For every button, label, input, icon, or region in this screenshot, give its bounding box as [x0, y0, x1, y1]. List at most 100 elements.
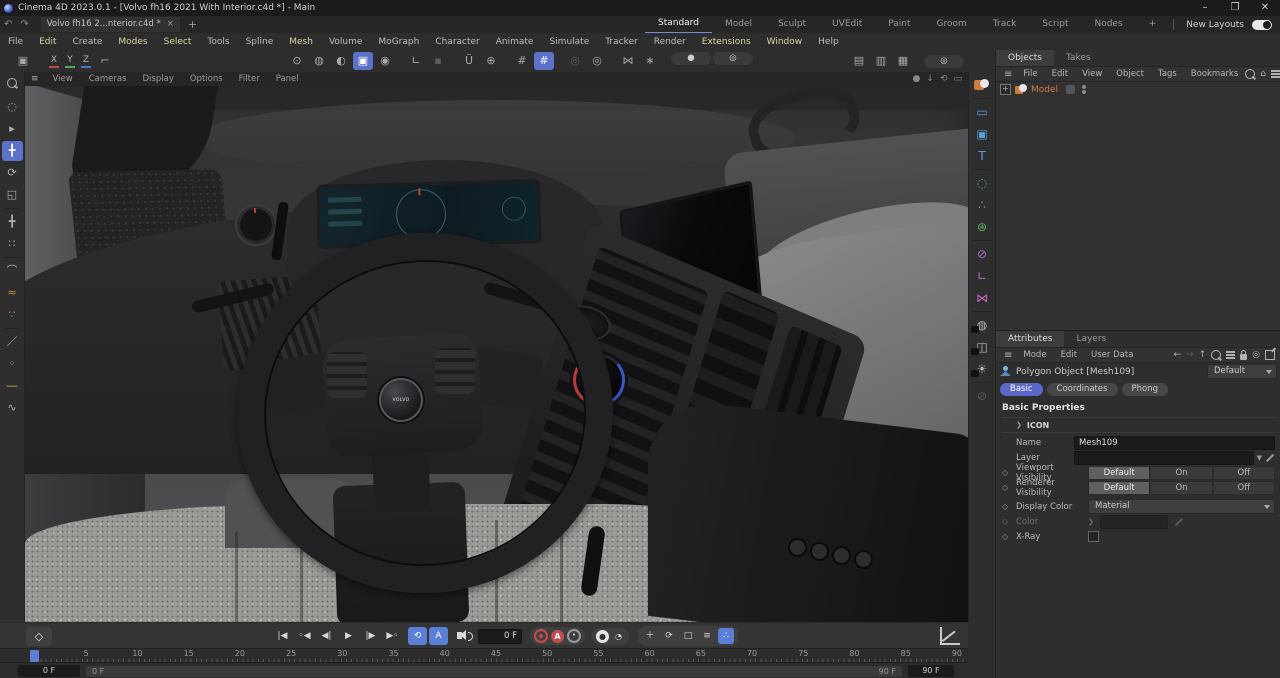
- close-document-icon[interactable]: ×: [167, 17, 174, 32]
- guide-icon[interactable]: ∟: [971, 266, 993, 286]
- transfer-tool-icon[interactable]: ╋: [2, 212, 23, 232]
- solo-off-icon[interactable]: ●: [671, 52, 711, 65]
- +[interactable]: +: [1136, 17, 1170, 33]
- move-tool-icon[interactable]: ╋: [2, 141, 23, 161]
- record-rotation-toggle[interactable]: ⟳: [661, 628, 677, 644]
- axis-modification-icon[interactable]: ∟: [406, 52, 426, 70]
- Phong[interactable]: Phong: [1122, 383, 1169, 396]
- UVEdit[interactable]: UVEdit: [819, 17, 875, 33]
- Basic[interactable]: Basic: [1000, 383, 1043, 396]
- Objects[interactable]: Objects: [996, 50, 1054, 66]
- home-icon[interactable]: ⌂: [1260, 69, 1266, 79]
- Default[interactable]: Default: [1088, 466, 1150, 480]
- undo-icon[interactable]: ↶: [0, 19, 16, 30]
- Mode[interactable]: Mode: [1016, 350, 1053, 360]
- keyframe-selection-button[interactable]: •: [567, 629, 581, 643]
- fcurve-editor-icon[interactable]: [940, 627, 960, 645]
- object-mode-icon[interactable]: ▣: [353, 52, 373, 70]
- View[interactable]: View: [1075, 69, 1109, 79]
- render-settings-icon[interactable]: ▦: [893, 52, 913, 70]
- Create[interactable]: Create: [65, 37, 111, 47]
- z-axis-lock-button[interactable]: Z: [78, 52, 94, 70]
- filter-icon[interactable]: [1271, 70, 1280, 78]
- xray-checkbox[interactable]: [1088, 531, 1099, 542]
- Options[interactable]: Options: [182, 74, 231, 84]
- model-mode-icon[interactable]: ◍: [309, 52, 329, 70]
- spline-tweak-icon[interactable]: ∵: [2, 305, 23, 325]
- Filter[interactable]: Filter: [231, 74, 268, 84]
- viewport-snapshot-icon[interactable]: ▣: [13, 52, 33, 70]
- Nodes[interactable]: Nodes: [1081, 17, 1135, 33]
- record-scale-toggle[interactable]: □: [680, 628, 696, 644]
- loop-toggle[interactable]: ⟲: [408, 627, 427, 645]
- interactive-render-icon[interactable]: ◎: [924, 55, 964, 68]
- parent-up-icon[interactable]: ↑: [1199, 350, 1207, 360]
- Object[interactable]: Object: [1109, 69, 1151, 79]
- subdivision-surface-icon[interactable]: ◌: [971, 173, 993, 193]
- Tracker[interactable]: Tracker: [597, 37, 645, 47]
- Off[interactable]: Off: [1213, 481, 1275, 495]
- name-input[interactable]: Mesh109: [1074, 436, 1275, 450]
- record-position-toggle[interactable]: ＋: [642, 628, 658, 644]
- Animate[interactable]: Animate: [488, 37, 542, 47]
- File[interactable]: File: [0, 37, 31, 47]
- Edit[interactable]: Edit: [31, 37, 64, 47]
- target-icon[interactable]: ◎: [1252, 350, 1260, 360]
- Takes[interactable]: Takes: [1054, 50, 1103, 66]
- workplane-grid-icon[interactable]: #: [534, 52, 554, 70]
- User Data[interactable]: User Data: [1084, 350, 1140, 360]
- Model[interactable]: Model: [712, 17, 765, 33]
- Panel[interactable]: Panel: [268, 74, 307, 84]
- Standard[interactable]: Standard: [645, 16, 712, 34]
- redo-icon[interactable]: ↷: [16, 19, 32, 30]
- field-icon[interactable]: ⊘: [971, 244, 993, 264]
- object-tree-row-model[interactable]: + Model: [996, 82, 1280, 97]
- layer-swatch[interactable]: [1066, 85, 1075, 94]
- snapshot-download-icon[interactable]: ↓: [926, 74, 934, 84]
- visibility-dots[interactable]: [1082, 85, 1086, 94]
- Modes[interactable]: Modes: [110, 37, 155, 47]
- attributes-menu-icon[interactable]: ≡: [1000, 350, 1016, 361]
- layout-toggle-switch[interactable]: [1252, 20, 1272, 30]
- Bookmarks[interactable]: Bookmarks: [1184, 69, 1246, 79]
- detach-panel-icon[interactable]: ▭: [953, 74, 962, 84]
- sound-toggle[interactable]: [450, 627, 469, 645]
- autokey-marks-toggle[interactable]: A: [429, 627, 448, 645]
- spline-primitive-icon[interactable]: ▭: [971, 102, 993, 122]
- keying-interpolation-button[interactable]: ◔: [612, 630, 625, 643]
- pla-toggle[interactable]: ∴: [718, 628, 734, 644]
- layer-input[interactable]: [1074, 451, 1254, 465]
- snap-radial-icon[interactable]: ◎: [587, 52, 607, 70]
- popout-icon[interactable]: [1265, 350, 1275, 360]
- range-slider[interactable]: 0 F 90 F: [86, 666, 902, 677]
- next-key-button[interactable]: ▶◦: [382, 627, 403, 645]
- objects-menu-icon[interactable]: ≡: [1000, 69, 1016, 80]
- spline-smooth-icon[interactable]: ∿: [2, 398, 23, 418]
- lock-icon[interactable]: [1240, 354, 1247, 360]
- material-icon[interactable]: ⊘: [971, 386, 993, 406]
- Select[interactable]: Select: [156, 37, 200, 47]
- scale-tool-icon[interactable]: ◱: [2, 185, 23, 205]
- radial-symmetry-icon[interactable]: ◎: [565, 52, 585, 70]
- layer-dropdown-icon[interactable]: ▼: [1254, 454, 1265, 462]
- measure-tool-icon[interactable]: ―: [2, 376, 23, 396]
- playhead[interactable]: [30, 650, 39, 662]
- layer-edit-icon[interactable]: [1266, 453, 1274, 461]
- Sculpt[interactable]: Sculpt: [765, 17, 819, 33]
- live-selection-icon[interactable]: ◌: [2, 97, 23, 117]
- y-axis-lock-button[interactable]: Y: [62, 52, 78, 70]
- previous-frame-button[interactable]: ◀|: [316, 627, 337, 645]
- sky-object-icon[interactable]: ◍: [971, 315, 993, 335]
- Render[interactable]: Render: [646, 37, 694, 47]
- quantize-grid-icon[interactable]: #: [512, 52, 532, 70]
- minimize-button[interactable]: –: [1190, 0, 1220, 16]
- reset-view-icon[interactable]: ⟲: [940, 74, 948, 84]
- make-editable-icon[interactable]: ⊙: [287, 52, 307, 70]
- search-icon[interactable]: [1211, 350, 1221, 360]
- close-button[interactable]: ✕: [1250, 0, 1280, 16]
- record-active-objects-button[interactable]: ◆: [534, 629, 548, 643]
- Attributes[interactable]: Attributes: [996, 331, 1064, 347]
- render-picture-viewer-icon[interactable]: ▥: [871, 52, 891, 70]
- Layers[interactable]: Layers: [1064, 331, 1118, 347]
- search-icon[interactable]: [1245, 69, 1255, 79]
